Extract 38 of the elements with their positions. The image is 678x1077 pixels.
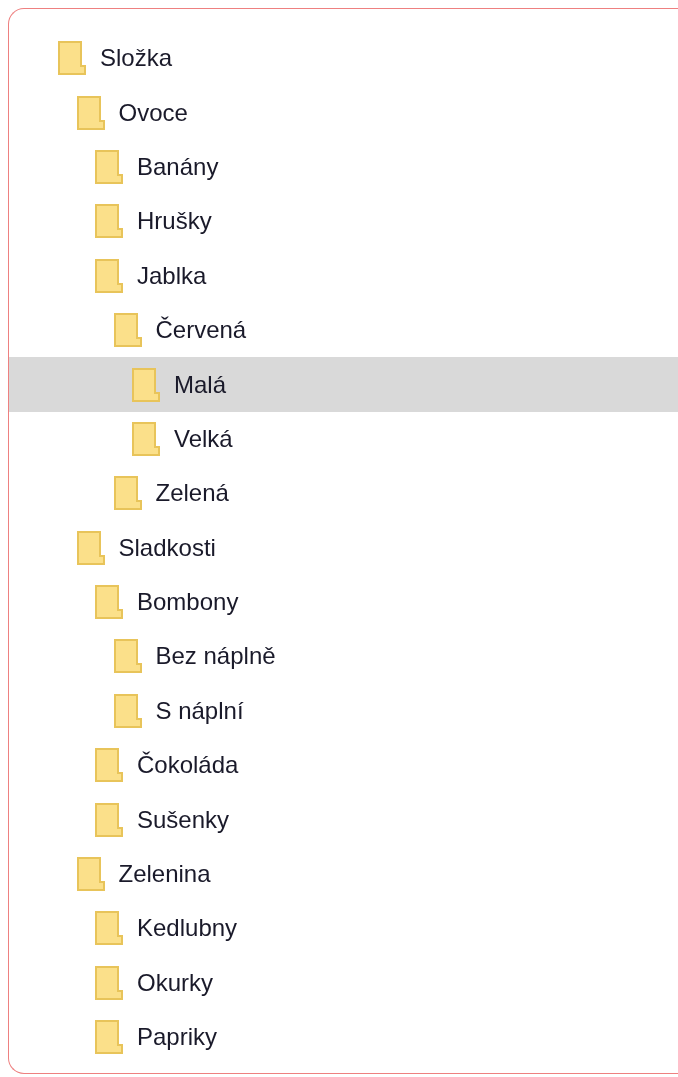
tree-item[interactable]: Zelenina	[9, 846, 678, 902]
folder-icon	[57, 40, 87, 77]
tree-item[interactable]: Zelená	[9, 466, 678, 521]
folder-icon	[112, 692, 143, 729]
tree-item[interactable]: Sladkosti	[9, 520, 678, 575]
folder-icon	[94, 910, 124, 947]
tree-item[interactable]: Hrušky	[9, 194, 678, 249]
folder-icon	[94, 257, 124, 294]
folder-icon	[112, 638, 143, 675]
folder-icon	[75, 94, 106, 131]
tree-item[interactable]: Papriky	[9, 1010, 678, 1065]
tree-item[interactable]: Čokoláda	[9, 738, 678, 793]
folder-icon	[75, 856, 106, 893]
folder-icon	[94, 964, 124, 1001]
folder-icon	[75, 529, 106, 566]
tree-item[interactable]: Velká	[9, 411, 678, 467]
folder-icon	[94, 584, 124, 621]
tree-item[interactable]: Červená	[9, 302, 678, 358]
folder-icon	[112, 312, 143, 349]
folder-icon	[94, 203, 124, 240]
tree-item[interactable]: Složka	[9, 31, 678, 86]
tree-item[interactable]: Okurky	[9, 955, 678, 1011]
folder-icon	[94, 747, 124, 784]
tree-item[interactable]: Jablka	[9, 248, 678, 303]
tree-item[interactable]: Bombony	[9, 574, 678, 630]
tree-item[interactable]: Sušenky	[9, 792, 678, 847]
folder-icon	[131, 366, 161, 403]
folder-icon	[94, 801, 124, 838]
folder-icon	[94, 148, 124, 185]
tree-item[interactable]: Kedlubny	[9, 901, 678, 956]
tree-item[interactable]: Banány	[9, 139, 678, 195]
folder-icon	[94, 1019, 124, 1056]
folder-icon	[131, 420, 161, 457]
folder-icon	[112, 475, 143, 512]
tree-item[interactable]: Malá	[9, 357, 678, 412]
tree-item[interactable]: Bez náplně	[9, 629, 678, 684]
tree-item[interactable]: S náplní	[9, 683, 678, 739]
tree-item[interactable]: Ovoce	[9, 85, 678, 140]
